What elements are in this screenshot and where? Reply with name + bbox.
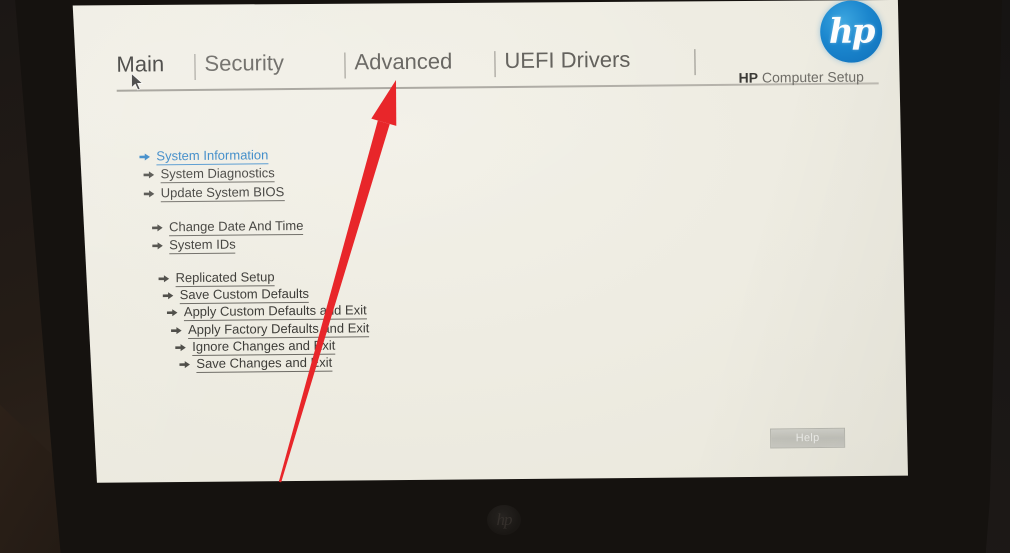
arrow-bullet-icon [152, 241, 163, 250]
menu-item-label: Replicated Setup [175, 269, 275, 288]
arrow-bullet-icon [158, 274, 170, 283]
arrow-bullet-icon [162, 291, 174, 300]
menu-item-replicated-setup[interactable]: Replicated Setup [158, 269, 275, 288]
arrow-bullet-icon [175, 343, 186, 352]
arrow-bullet-icon [143, 170, 155, 179]
menu-item-label: Save Custom Defaults [179, 285, 310, 305]
menu-item-system-diagnostics[interactable]: System Diagnostics [143, 165, 275, 184]
tab-separator [194, 53, 196, 80]
arrow-bullet-icon [166, 308, 178, 317]
menu-item-apply-factory-defaults-and-exit[interactable]: Apply Factory Defaults and Exit [171, 320, 370, 340]
menu-item-label: System Diagnostics [160, 165, 275, 184]
menu-item-label: Save Changes and Exit [196, 354, 333, 373]
menu-item-update-system-bios[interactable]: Update System BIOS [143, 184, 285, 203]
arrow-bullet-icon [152, 223, 163, 232]
arrow-bullet-icon [143, 189, 155, 198]
setup-title: HP Computer Setup [739, 69, 864, 86]
menu-item-system-information[interactable]: System Information [139, 147, 269, 166]
tab-security[interactable]: Security [204, 50, 284, 77]
menu-item-system-ids[interactable]: System IDs [152, 236, 236, 255]
arrow-bullet-icon [179, 360, 190, 369]
tab-separator [494, 51, 496, 78]
arrow-bullet-icon [139, 152, 150, 161]
tab-separator [344, 52, 346, 79]
arrow-bullet-icon [171, 326, 182, 335]
menu-item-ignore-changes-and-exit[interactable]: Ignore Changes and Exit [175, 337, 336, 357]
tab-uefi-drivers[interactable]: UEFI Drivers [504, 47, 630, 74]
menu-item-label: System Information [156, 147, 269, 166]
laptop-photo: hp Main Security Advanced UEFI Drivers HP C… [0, 0, 1010, 553]
menu-item-label: Ignore Changes and Exit [192, 337, 336, 357]
menu-item-save-changes-and-exit[interactable]: Save Changes and Exit [179, 354, 333, 373]
tab-separator [694, 49, 696, 76]
bios-ui-layer: hp Main Security Advanced UEFI Drivers HP C… [0, 0, 1010, 553]
menu-item-label: Apply Factory Defaults and Exit [187, 320, 370, 340]
menu-item-label: Apply Custom Defaults and Exit [183, 302, 367, 322]
mouse-cursor-icon [131, 73, 144, 91]
menu-item-change-date-and-time[interactable]: Change Date And Time [152, 217, 304, 237]
setup-title-rest: Computer Setup [758, 68, 865, 86]
setup-title-brand: HP [738, 69, 759, 86]
menu-item-save-custom-defaults[interactable]: Save Custom Defaults [162, 285, 310, 305]
menu-item-label: Change Date And Time [168, 217, 304, 237]
menu-item-label: System IDs [169, 236, 236, 255]
menu-item-label: Update System BIOS [160, 184, 285, 203]
tab-advanced[interactable]: Advanced [354, 48, 452, 75]
bezel-hp-logo-icon: hp [487, 505, 521, 535]
menu-item-apply-custom-defaults-and-exit[interactable]: Apply Custom Defaults and Exit [166, 302, 367, 322]
help-button[interactable]: Help [770, 427, 846, 449]
